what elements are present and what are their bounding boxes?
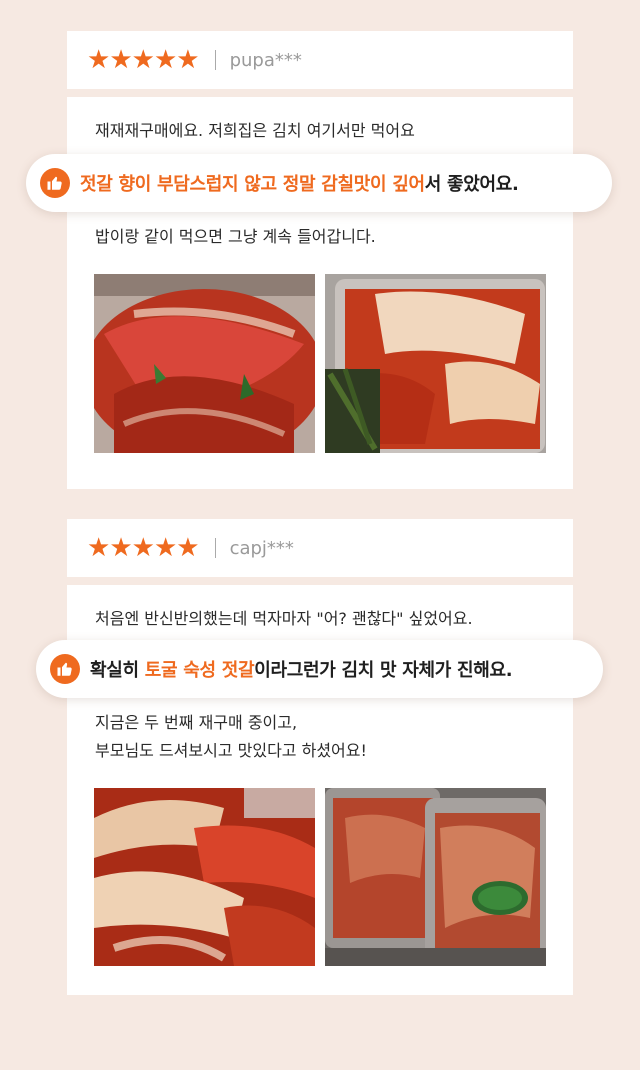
- star-rating: ★ ★ ★ ★ ★: [87, 533, 200, 563]
- kimchi-photo-image: [94, 274, 315, 453]
- star-icon: ★: [176, 533, 199, 563]
- star-icon: ★: [176, 45, 199, 75]
- star-rating: ★ ★ ★ ★ ★: [87, 45, 200, 75]
- highlight-emphasis: 토굴 숙성 젓갈: [144, 660, 255, 681]
- star-icon: ★: [87, 533, 110, 563]
- highlight-text: 서 좋았어요.: [424, 174, 519, 195]
- star-icon: ★: [153, 533, 177, 563]
- review-1-header: ★ ★ ★ ★ ★ pupa***: [67, 31, 573, 89]
- star-icon: ★: [131, 45, 155, 75]
- kimchi-photo[interactable]: [325, 788, 546, 966]
- kimchi-photo[interactable]: [94, 274, 315, 453]
- review-text-line: 처음엔 반신반의했는데 먹자마자 "어? 괜찮다" 싶었어요.: [95, 609, 473, 628]
- thumbs-up-icon: [40, 168, 70, 198]
- star-icon: ★: [153, 45, 177, 75]
- star-icon: ★: [131, 533, 155, 563]
- reviewer-id: capj***: [229, 537, 294, 559]
- star-icon: ★: [109, 45, 132, 75]
- star-icon: ★: [109, 533, 132, 563]
- divider: [214, 50, 216, 70]
- highlight-text: 확실히: [90, 660, 145, 681]
- review-text-line: 지금은 두 번째 재구매 중이고,: [95, 713, 298, 732]
- reviewer-id: pupa***: [229, 49, 302, 71]
- review-text-line: 밥이랑 같이 먹으면 그냥 계속 들어갑니다.: [95, 227, 376, 246]
- review-2-header: ★ ★ ★ ★ ★ capj***: [67, 519, 573, 577]
- kimchi-photo[interactable]: [325, 274, 546, 453]
- highlight-text: 이라그런가 김치 맛 자체가 진해요.: [254, 660, 513, 681]
- star-icon: ★: [87, 45, 110, 75]
- kimchi-photo-image: [325, 274, 546, 453]
- highlight-emphasis: 젓갈 향이 부담스럽지 않고 정말 감칠맛이 깊어: [80, 174, 425, 195]
- review-text-line: 재재재구매에요. 저희집은 김치 여기서만 먹어요: [95, 121, 415, 140]
- review-text-line: 부모님도 드셔보시고 맛있다고 하셨어요!: [95, 741, 367, 760]
- divider: [214, 538, 216, 558]
- review-highlight: 확실히 토굴 숙성 젓갈 이라그런가 김치 맛 자체가 진해요.: [36, 640, 603, 698]
- thumbs-up-icon: [50, 654, 80, 684]
- kimchi-photo-image: [325, 788, 546, 966]
- kimchi-photo[interactable]: [94, 788, 315, 966]
- kimchi-photo-image: [94, 788, 315, 966]
- review-highlight: 젓갈 향이 부담스럽지 않고 정말 감칠맛이 깊어 서 좋았어요.: [26, 154, 612, 212]
